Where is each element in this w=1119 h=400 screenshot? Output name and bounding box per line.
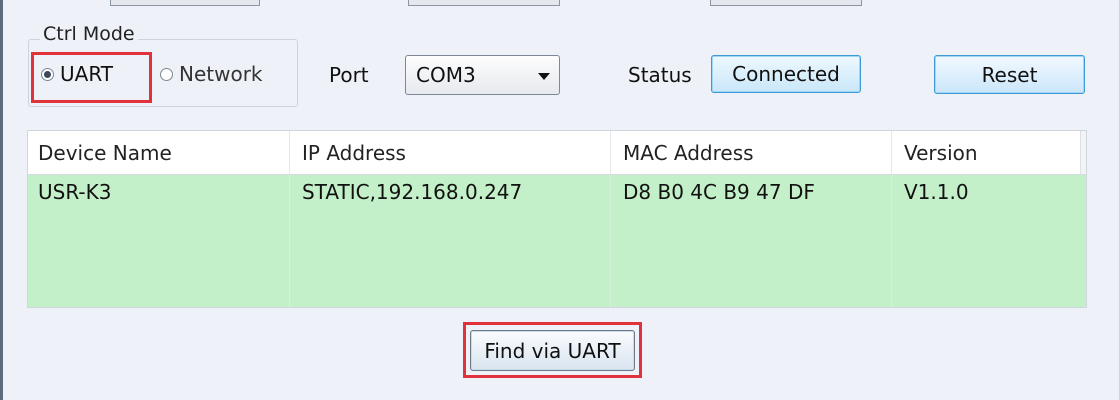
window-left-border <box>0 0 3 400</box>
radio-network-label: Network <box>179 62 263 86</box>
column-divider <box>289 131 290 174</box>
uart-highlight-box <box>31 52 152 103</box>
table-header: Device Name IP Address MAC Address Versi… <box>28 131 1086 175</box>
top-control-stub <box>408 0 560 6</box>
cell-version: V1.1.0 <box>904 180 969 204</box>
port-select[interactable]: COM3 <box>405 55 560 95</box>
column-divider <box>610 175 611 307</box>
top-control-stub <box>110 0 260 6</box>
device-table: Device Name IP Address MAC Address Versi… <box>27 130 1087 308</box>
radio-network[interactable]: Network <box>160 62 263 86</box>
status-label: Status <box>628 63 692 87</box>
header-scroll-edge <box>1080 131 1086 174</box>
cell-device-name: USR-K3 <box>38 180 112 204</box>
port-select-value: COM3 <box>416 63 476 87</box>
find-button-highlight-box <box>463 322 642 378</box>
column-divider <box>891 131 892 174</box>
status-button[interactable]: Connected <box>711 55 861 93</box>
column-header-mac-address[interactable]: MAC Address <box>623 131 754 174</box>
radio-unchecked-icon <box>160 67 173 81</box>
reset-button[interactable]: Reset <box>934 55 1085 94</box>
column-divider <box>610 131 611 174</box>
cell-ip-address: STATIC,192.168.0.247 <box>302 180 523 204</box>
port-label: Port <box>329 63 369 87</box>
cell-mac-address: D8 B0 4C B9 47 DF <box>623 180 815 204</box>
column-header-device-name[interactable]: Device Name <box>38 131 172 174</box>
chevron-down-icon <box>538 73 550 80</box>
column-divider <box>289 175 290 307</box>
ctrl-mode-legend: Ctrl Mode <box>40 23 138 45</box>
column-divider <box>891 175 892 307</box>
column-header-ip-address[interactable]: IP Address <box>302 131 406 174</box>
column-header-version[interactable]: Version <box>904 131 978 174</box>
top-control-stub <box>710 0 862 6</box>
